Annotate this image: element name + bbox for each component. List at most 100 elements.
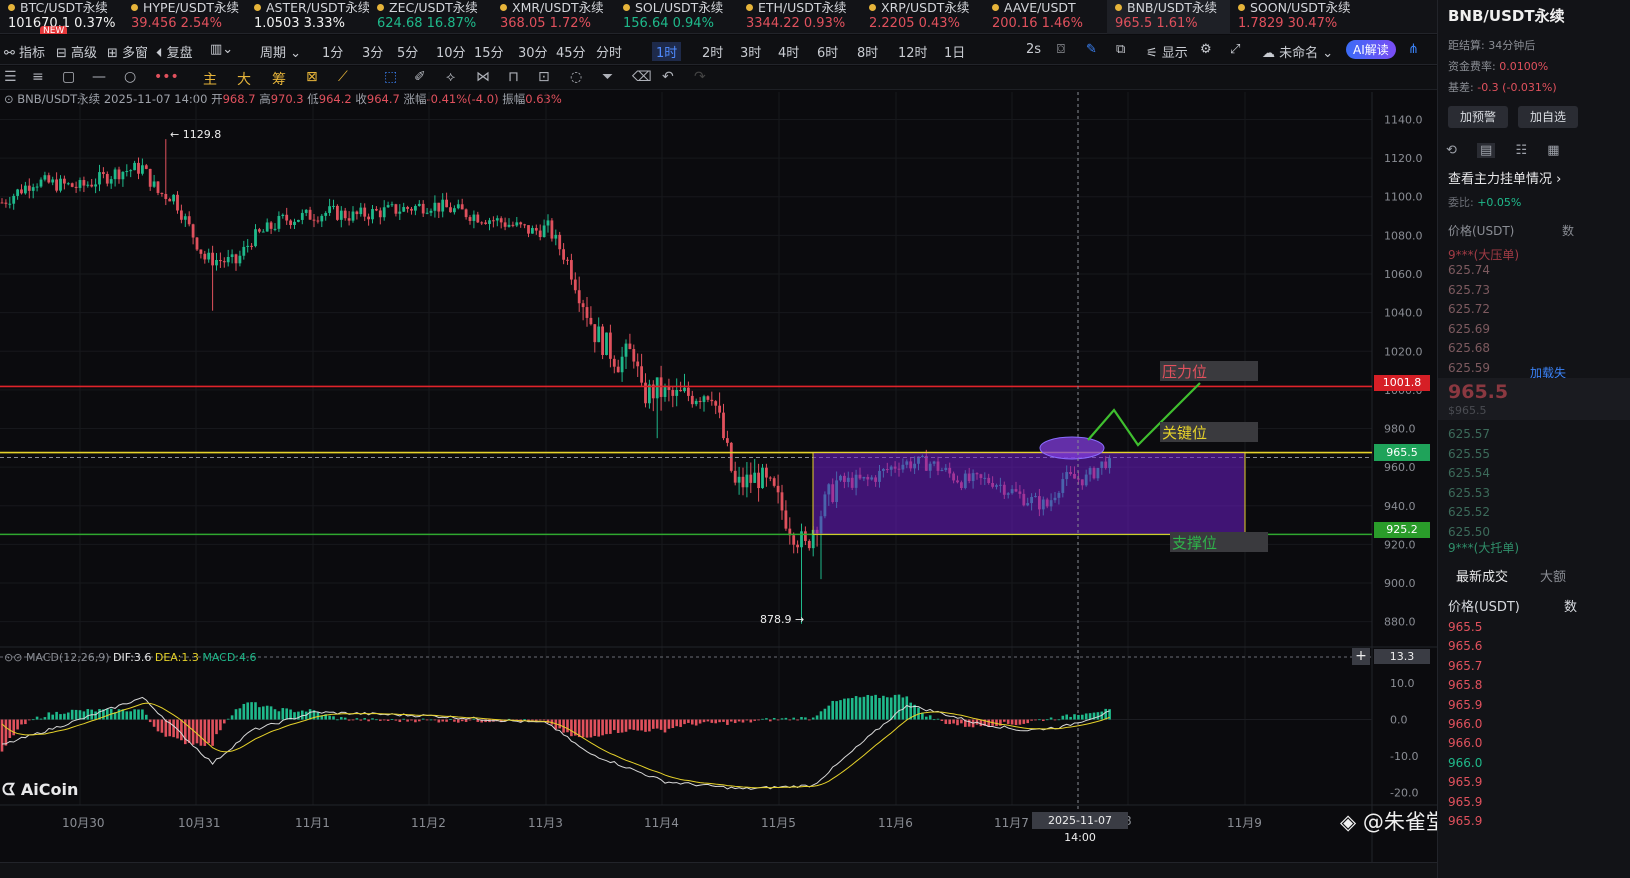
add-indicator-icon[interactable]: + [1352, 648, 1370, 665]
macd-bar [145, 714, 148, 720]
candle-body [511, 224, 515, 226]
price-axis-label: 900.0 [1384, 577, 1416, 590]
candle-body [86, 184, 90, 186]
candle-body [726, 438, 729, 443]
macd-bar [464, 719, 468, 722]
macd-bar [784, 717, 788, 720]
candle-body [488, 220, 491, 224]
macd-bar [390, 719, 394, 720]
macd-bar [156, 719, 160, 732]
candle-body [137, 162, 140, 174]
macd-bar [386, 719, 390, 721]
candle-body [74, 186, 78, 188]
macd-bar [285, 708, 288, 720]
candle-body [285, 214, 289, 221]
macd-bar [745, 719, 749, 721]
macd-bar [726, 719, 729, 725]
price-axis-label: 960.0 [1384, 461, 1416, 474]
candle-body [265, 222, 269, 232]
macd-bar [531, 719, 534, 721]
candle-body [359, 207, 363, 215]
big-trades-tab[interactable]: 大额 [1540, 566, 1566, 585]
candle-body [195, 237, 199, 250]
trade-row: 965.8 [1448, 678, 1483, 693]
candle-body [351, 211, 355, 221]
candle-body [414, 205, 417, 211]
candle-body [776, 485, 780, 493]
macd-eye-icon[interactable]: ⊙⊙ [4, 651, 22, 664]
candle-body [144, 165, 148, 169]
candle-body [449, 207, 452, 213]
macd-bar [741, 719, 745, 723]
candle-body [238, 255, 242, 264]
candle-body [648, 384, 651, 404]
candle-body [375, 209, 378, 211]
candle-body [437, 202, 441, 212]
candle-body [289, 220, 292, 226]
trades-qty-header: 数 [1564, 600, 1578, 615]
candle-body [772, 478, 776, 486]
bid-row: 625.55 [1448, 446, 1490, 461]
bid-row: 625.57 [1448, 427, 1490, 441]
candle-body [796, 544, 799, 548]
macd-bar [223, 719, 226, 724]
macd-bar [928, 715, 932, 720]
price-axis-label: 880.0 [1384, 616, 1416, 629]
macd-bar [936, 718, 940, 720]
ask-row: 625.69 [1448, 321, 1490, 336]
macd-bar [761, 718, 764, 720]
candle-body [589, 317, 593, 325]
add-favorite-button[interactable]: 加自选 [1518, 106, 1578, 128]
candlesticks [0, 139, 1111, 624]
macd-bar [414, 719, 417, 723]
support-label-box: 支撑位 [1170, 532, 1268, 552]
candle-body [624, 343, 628, 357]
macd-bar [281, 708, 285, 720]
trading-app: { "tickers":[ {"name":"BTC/USDT永续","pric… [0, 0, 1630, 878]
macd-bar [379, 719, 382, 721]
basis-row: 基差: -0.3 (-0.031%) [1448, 79, 1557, 95]
macd-bar [808, 719, 811, 721]
tab-refresh-icon[interactable]: ⟲ [1446, 143, 1457, 158]
candle-body [273, 228, 277, 230]
depth-title[interactable]: 查看主力挂单情况 › [1448, 168, 1561, 187]
macd-bar [1038, 719, 1041, 721]
tab-list-icon[interactable]: ☷ [1515, 143, 1527, 158]
high-marker: ← 1129.8 [170, 128, 222, 141]
macd-bar [43, 717, 47, 720]
macd-bar [718, 719, 721, 723]
macd-bar [31, 719, 35, 721]
macd-bar [106, 708, 109, 720]
macd-bar [597, 719, 600, 737]
candle-body [277, 216, 281, 229]
price-axis-label: 1040.0 [1384, 307, 1423, 320]
trade-row: 965.6 [1448, 639, 1483, 654]
support-price-tag: 925.2 [1374, 522, 1430, 538]
add-alert-button[interactable]: 加预警 [1448, 106, 1508, 128]
candle-body [164, 194, 168, 199]
candle-body [39, 179, 43, 187]
macd-dea: DEA:1.3 [154, 651, 199, 664]
macd-bar [195, 719, 199, 744]
candle-body [733, 470, 737, 483]
trade-row: 965.7 [1448, 658, 1483, 673]
candle-body [148, 168, 152, 187]
macd-bar [671, 719, 675, 729]
macd-bar [737, 719, 741, 722]
macd-bar [593, 719, 597, 736]
candle-body [156, 181, 160, 193]
tab-split-icon[interactable]: ▦ [1547, 143, 1559, 158]
macd-bar [1053, 719, 1057, 721]
right-panel: BNB/USDT永续 距结算: 34分钟后 资金费率: 0.0100% 基差: … [1437, 0, 1630, 878]
trades-tab[interactable]: 最新成交 [1456, 566, 1508, 585]
candle-body [168, 198, 172, 202]
tab-orderbook-icon[interactable]: ▤ [1477, 143, 1496, 158]
macd-bar [382, 719, 386, 721]
macd-bar [1061, 715, 1065, 720]
macd-bar [714, 719, 717, 724]
macd-bar [242, 703, 246, 720]
macd-bar [811, 717, 815, 720]
settle-label: 距结算: [1448, 39, 1485, 52]
breakout-ellipse [1039, 436, 1105, 460]
macd-bar [722, 719, 725, 722]
